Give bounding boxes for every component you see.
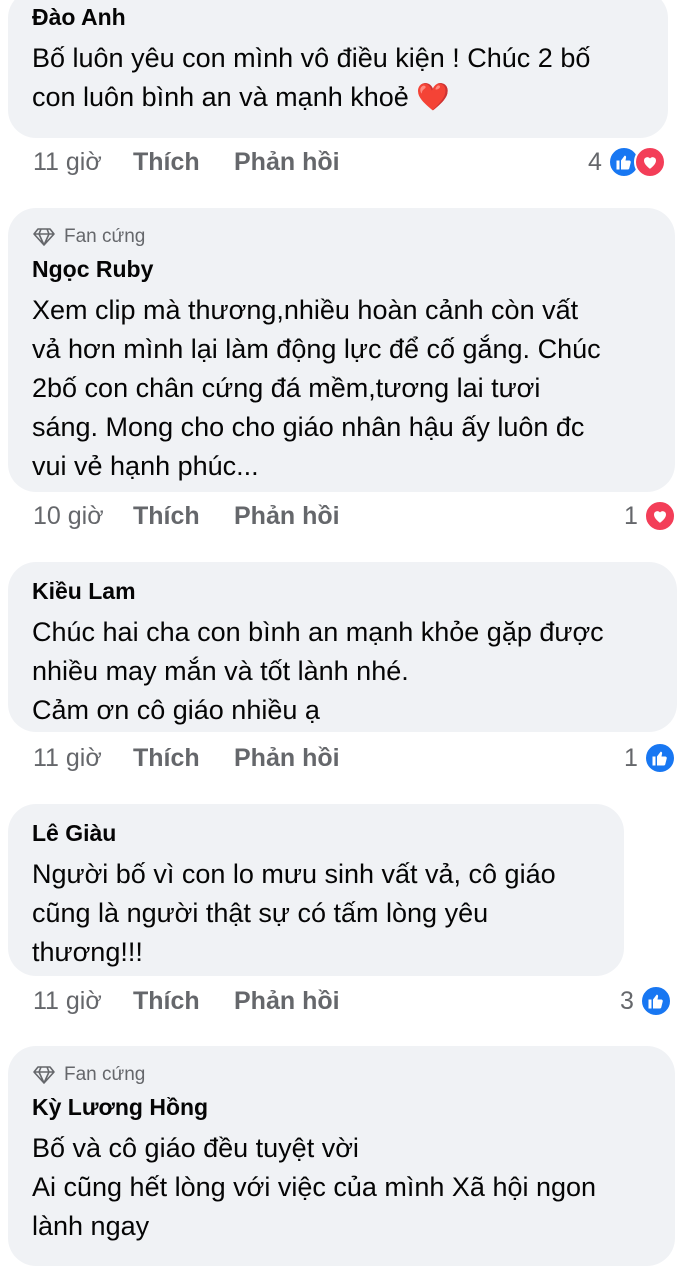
comment-time[interactable]: 11 giờ — [33, 148, 133, 177]
reaction-summary[interactable]: 3 — [620, 985, 672, 1017]
reply-button[interactable]: Phản hồi — [234, 148, 340, 177]
comment-actions: 11 giờ Thích Phản hồi — [33, 148, 340, 177]
reply-button[interactable]: Phản hồi — [234, 744, 340, 773]
comment-text: Xem clip mà thương,nhiều hoàn cảnh còn v… — [32, 295, 601, 481]
comment-actions: 10 giờ Thích Phản hồi — [33, 502, 340, 531]
comment-text: Chúc hai cha con bình an mạnh khỏe gặp đ… — [32, 617, 604, 725]
heart-emoji-icon: ❤️ — [416, 82, 450, 112]
comment-text: Bố và cô giáo đều tuyệt vời Ai cũng hết … — [32, 1133, 597, 1241]
comment-time[interactable]: 11 giờ — [33, 987, 133, 1016]
like-button[interactable]: Thích — [133, 744, 234, 773]
reaction-count: 1 — [624, 501, 638, 530]
commenter-name[interactable]: Ngọc Ruby — [32, 256, 651, 283]
comment-text: Bố luôn yêu con mình vô điều kiện ! Chúc… — [32, 43, 591, 112]
like-button[interactable]: Thích — [133, 987, 234, 1016]
like-button[interactable]: Thích — [133, 502, 234, 531]
comment-bubble: Kiều Lam Chúc hai cha con bình an mạnh k… — [8, 562, 677, 732]
reaction-count: 3 — [620, 986, 634, 1015]
badge-label: Fan cứng — [64, 226, 146, 247]
commenter-name[interactable]: Kiều Lam — [32, 578, 653, 605]
comment-bubble: Fan cứng Ngọc Ruby Xem clip mà thương,nh… — [8, 208, 675, 492]
like-reaction-icon — [643, 742, 676, 774]
comment-actions: 11 giờ Thích Phản hồi — [33, 987, 340, 1016]
comment-bubble: Đào Anh Bố luôn yêu con mình vô điều kiệ… — [8, 0, 668, 138]
comment-bubble: Fan cứng Kỳ Lương Hồng Bố và cô giáo đều… — [8, 1046, 675, 1266]
commenter-name[interactable]: Lê Giàu — [32, 820, 600, 847]
comment-time[interactable]: 10 giờ — [33, 502, 133, 531]
reaction-summary[interactable]: 1 — [624, 742, 676, 774]
diamond-icon — [33, 1066, 55, 1084]
like-reaction-icon — [639, 985, 672, 1017]
love-reaction-icon — [643, 500, 676, 532]
top-fan-badge: Fan cứng — [32, 1064, 651, 1086]
commenter-name[interactable]: Kỳ Lương Hồng — [32, 1094, 651, 1121]
like-button[interactable]: Thích — [133, 148, 234, 177]
love-reaction-icon — [633, 146, 666, 178]
comment-actions: 11 giờ Thích Phản hồi — [33, 744, 340, 773]
badge-label: Fan cứng — [64, 1064, 146, 1085]
reply-button[interactable]: Phản hồi — [234, 987, 340, 1016]
top-fan-badge: Fan cứng — [32, 226, 651, 248]
comment-text: Người bố vì con lo mưu sinh vất vả, cô g… — [32, 859, 556, 967]
commenter-name[interactable]: Đào Anh — [32, 4, 644, 31]
reaction-count: 4 — [588, 147, 602, 176]
reaction-count: 1 — [624, 743, 638, 772]
reply-button[interactable]: Phản hồi — [234, 502, 340, 531]
comment-time[interactable]: 11 giờ — [33, 744, 133, 773]
diamond-icon — [33, 228, 55, 246]
comment-bubble: Lê Giàu Người bố vì con lo mưu sinh vất … — [8, 804, 624, 976]
reaction-summary[interactable]: 1 — [624, 500, 676, 532]
reaction-summary[interactable]: 4 — [588, 146, 666, 178]
